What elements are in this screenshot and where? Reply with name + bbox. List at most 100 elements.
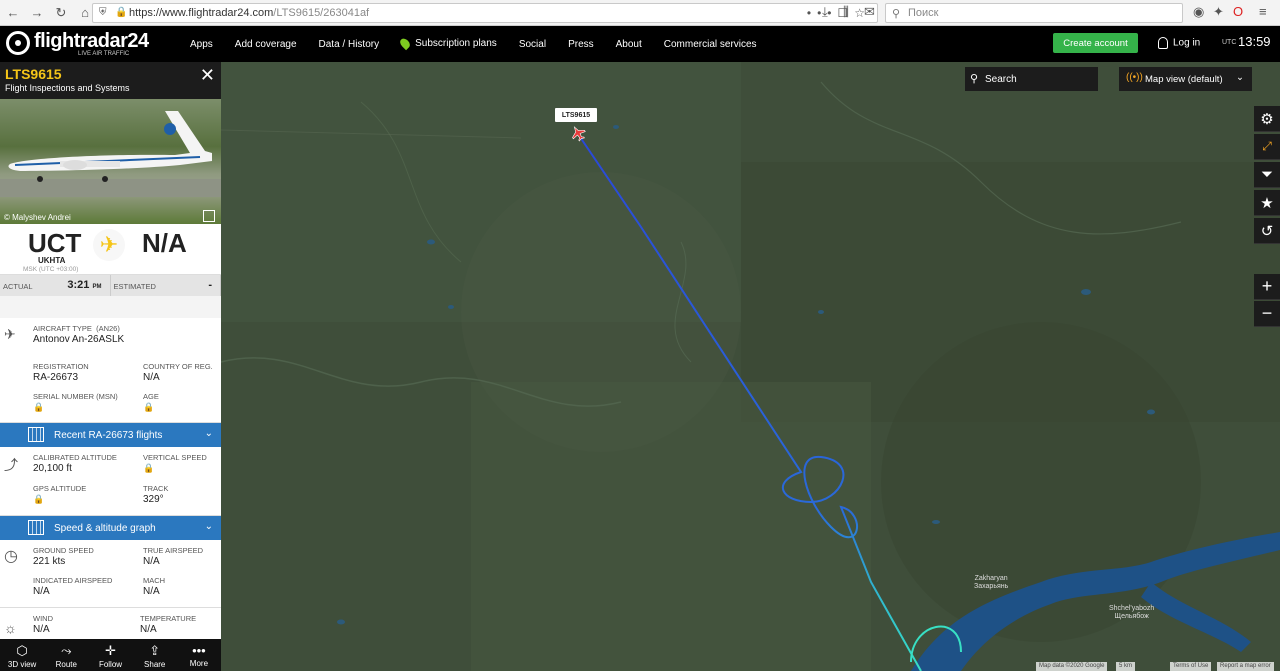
- report-error-link[interactable]: Report a map error: [1217, 662, 1274, 671]
- chevron-down-icon: ⌄: [204, 428, 213, 439]
- menu-icon[interactable]: ≡: [1259, 4, 1267, 19]
- fr24-logo[interactable]: flightradar24 LIVE AIR TRAFFIC: [6, 29, 149, 59]
- route-icon: ⤳: [61, 643, 72, 658]
- playback-icon[interactable]: ↺: [1254, 218, 1280, 244]
- weather-icon: ☼: [4, 620, 17, 636]
- lock-icon[interactable]: 🔒: [33, 402, 44, 413]
- create-account-button[interactable]: Create account: [1053, 33, 1138, 53]
- extension-icon[interactable]: ✦: [1213, 4, 1224, 20]
- zoom-out-button[interactable]: −: [1254, 301, 1280, 327]
- widgets-icon[interactable]: ⤢: [1254, 134, 1280, 160]
- address-bar[interactable]: ⛨ 🔒 https://www.flightradar24.com/LTS961…: [92, 3, 878, 23]
- flight-header: LTS9615 Flight Inspections and Systems ✕: [0, 62, 221, 99]
- more-icon: •••: [192, 643, 206, 658]
- follow-button[interactable]: ✛ Follow: [88, 639, 132, 671]
- menu-add-coverage[interactable]: Add coverage: [235, 39, 297, 50]
- aircraft-type-value: Antonov An-26ASLK: [33, 334, 125, 345]
- flight-callsign: LTS9615: [5, 66, 62, 82]
- panel-bottom-bar: ⬡ 3D view ⤳ Route ✛ Follow ⇪ Share ••• More: [0, 639, 221, 671]
- follow-icon: ✛: [105, 643, 116, 658]
- actual-time: 3:21: [67, 279, 90, 291]
- calibrated-altitude-label: CALIBRATED ALTITUDE: [33, 453, 117, 462]
- calibrated-altitude-value: 20,100 ft: [33, 463, 72, 474]
- menu-subscription-plans[interactable]: Subscription plans: [398, 37, 497, 51]
- lock-icon[interactable]: 🔒: [143, 463, 154, 474]
- forward-icon[interactable]: →: [26, 2, 48, 24]
- url-actions[interactable]: •••☐☆: [807, 6, 871, 20]
- progress-spacer: [0, 296, 221, 318]
- origin-timezone: MSK (UTC +03:00): [23, 266, 79, 273]
- more-button[interactable]: ••• More: [177, 639, 221, 671]
- account-icon[interactable]: ◉: [1193, 4, 1204, 20]
- speed-altitude-graph-bar[interactable]: Speed & altitude graph ⌄: [0, 516, 221, 540]
- speedometer-icon: ◷: [4, 548, 18, 565]
- 3d-view-icon: ⬡: [16, 643, 28, 658]
- share-button[interactable]: ⇪ Share: [133, 639, 177, 671]
- external-link-icon[interactable]: [203, 210, 215, 222]
- reload-icon[interactable]: ↻: [50, 2, 72, 24]
- destination-code: N/A: [142, 228, 187, 258]
- terms-link[interactable]: Terms of Use: [1170, 662, 1212, 671]
- url-host: https://www.flightradar24.com: [129, 7, 274, 19]
- country-label: COUNTRY OF REG.: [143, 362, 213, 371]
- utc-label: UTC: [1222, 39, 1237, 46]
- browser-search-input[interactable]: ⚲ Поиск: [885, 3, 1183, 23]
- login-button[interactable]: Log in: [1158, 37, 1200, 49]
- map-view-dropdown[interactable]: ((•)) Map view (default) ⌄: [1119, 67, 1252, 91]
- flight-info-panel: LTS9615 Flight Inspections and Systems ✕…: [0, 62, 221, 671]
- route-button[interactable]: ⤳ Route: [44, 639, 88, 671]
- indicated-airspeed-label: INDICATED AIRSPEED: [33, 576, 113, 585]
- map-search-button[interactable]: ⚲ Search: [965, 67, 1098, 91]
- menu-commercial-services[interactable]: Commercial services: [664, 39, 757, 50]
- main-menu: Apps Add coverage Data / History Subscri…: [190, 26, 779, 62]
- menu-data-history[interactable]: Data / History: [319, 39, 380, 50]
- actual-time-cell: ACTUAL 3:21 PM: [0, 275, 111, 296]
- graph-icon: [28, 520, 44, 535]
- settings-gear-icon[interactable]: ⚙: [1254, 106, 1280, 132]
- map-canvas[interactable]: Zakharyan Захарьянь Shchel'yabozh Щельябож: [221, 62, 1280, 671]
- menu-social[interactable]: Social: [519, 39, 546, 50]
- town-label: Shchel'yabozh Щельябож: [1109, 605, 1155, 620]
- ground-speed-value: 221 kts: [33, 556, 66, 567]
- lock-icon[interactable]: 🔒: [143, 402, 154, 413]
- download-icon[interactable]: ⤓: [822, 4, 828, 20]
- star-icon[interactable]: ★: [1254, 190, 1280, 216]
- origin-name: UKHTA: [38, 256, 66, 265]
- zoom-in-button[interactable]: +: [1254, 274, 1280, 300]
- menu-press[interactable]: Press: [568, 39, 594, 50]
- track-value: 329°: [143, 494, 164, 505]
- filter-icon[interactable]: ⏷: [1254, 162, 1280, 188]
- speed-section: ◷ GROUND SPEED 221 kts TRUE AIRSPEED N/A…: [0, 540, 221, 608]
- registration-label: REGISTRATION: [33, 362, 89, 371]
- user-icon: [1158, 37, 1168, 49]
- library-icon[interactable]: ⫼: [843, 4, 849, 20]
- lock-icon[interactable]: 🔒: [33, 494, 44, 505]
- aircraft-callsign-label[interactable]: LTS9615: [555, 108, 597, 122]
- indicated-airspeed-value: N/A: [33, 586, 50, 597]
- mach-value: N/A: [143, 586, 160, 597]
- mail-icon[interactable]: ✉: [864, 4, 875, 20]
- menu-about[interactable]: About: [616, 39, 642, 50]
- origin-code[interactable]: UCT: [28, 228, 81, 259]
- url-path: /LTS9615/263041af: [273, 7, 370, 19]
- menu-apps[interactable]: Apps: [190, 39, 213, 50]
- serial-label: SERIAL NUMBER (MSN): [33, 392, 118, 401]
- back-icon[interactable]: ←: [2, 2, 24, 24]
- climb-icon: ⤴: [4, 457, 18, 473]
- logo-text: flightradar24: [34, 30, 149, 52]
- departure-times: ACTUAL 3:21 PM ESTIMATED -: [0, 274, 221, 296]
- temperature-value: N/A: [140, 624, 157, 635]
- close-icon[interactable]: ✕: [200, 65, 215, 86]
- aircraft-photo[interactable]: © Malyshev Andrei: [0, 99, 221, 224]
- radar-signal-icon: ((•)): [1126, 72, 1143, 83]
- radar-icon: [6, 31, 30, 55]
- 3d-view-button[interactable]: ⬡ 3D view: [0, 639, 44, 671]
- opera-icon[interactable]: O: [1233, 4, 1243, 19]
- clock: 13:59: [1238, 34, 1271, 49]
- recent-flights-bar[interactable]: Recent RA-26673 flights ⌄: [0, 423, 221, 447]
- route-summary: UCT UKHTA MSK (UTC +03:00) ✈ N/A: [0, 224, 221, 274]
- wind-value: N/A: [33, 624, 50, 635]
- search-icon: ⚲: [970, 73, 979, 85]
- wind-label: WIND: [33, 614, 53, 623]
- search-icon: ⚲: [892, 8, 901, 20]
